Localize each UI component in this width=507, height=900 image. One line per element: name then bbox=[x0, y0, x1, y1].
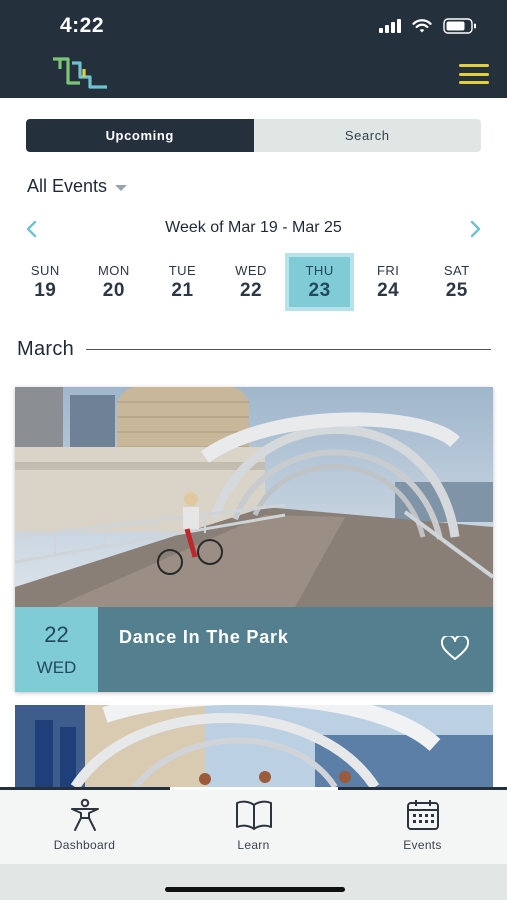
tab-label: Dashboard bbox=[53, 838, 116, 852]
heart-outline-icon[interactable] bbox=[441, 636, 469, 662]
tl-logo-icon[interactable] bbox=[50, 55, 110, 93]
week-navigator: Week of Mar 19 - Mar 25 bbox=[20, 214, 487, 244]
event-date-badge: 22 WED bbox=[15, 607, 98, 692]
week-day-picker: SUN 19 MON 20 TUE 21 WED 22 THU 23 FRI 24 SAT 2… bbox=[11, 253, 491, 311]
day-date: 24 bbox=[377, 279, 400, 301]
day-name: THU bbox=[305, 262, 334, 278]
open-book-icon bbox=[235, 800, 272, 830]
caret-down-icon bbox=[115, 184, 128, 191]
month-label: March bbox=[17, 337, 75, 360]
chevron-right-icon[interactable] bbox=[463, 217, 487, 241]
day-name: MON bbox=[97, 262, 130, 278]
event-card[interactable]: 22 WED Dance In The Park bbox=[15, 387, 493, 692]
event-filter-dropdown[interactable]: All Events bbox=[27, 176, 128, 197]
day-date: 23 bbox=[308, 279, 331, 301]
day-name: WED bbox=[235, 262, 267, 278]
event-image bbox=[15, 705, 493, 787]
hamburger-menu-icon[interactable] bbox=[459, 64, 489, 84]
day-fri[interactable]: FRI 24 bbox=[354, 253, 423, 311]
day-name: SUN bbox=[30, 262, 60, 278]
day-thu-selected[interactable]: THU 23 bbox=[285, 253, 354, 311]
day-wed[interactable]: WED 22 bbox=[217, 253, 286, 311]
event-filter-label: All Events bbox=[27, 176, 108, 196]
tab-active-indicator bbox=[170, 787, 338, 790]
cellular-signal-icon bbox=[379, 19, 401, 33]
home-indicator-area bbox=[0, 864, 507, 900]
event-image bbox=[15, 387, 493, 607]
event-card-partial[interactable] bbox=[15, 705, 493, 787]
status-icons bbox=[379, 18, 477, 34]
day-date: 21 bbox=[171, 279, 194, 301]
event-title: Dance In The Park bbox=[119, 627, 289, 647]
tab-label: Learn bbox=[237, 838, 270, 852]
tab-upcoming[interactable]: Upcoming bbox=[26, 119, 254, 152]
status-time: 4:22 bbox=[60, 14, 105, 37]
battery-icon bbox=[443, 18, 476, 34]
event-day-number: 22 bbox=[44, 621, 69, 647]
wifi-icon bbox=[412, 18, 432, 32]
app-header: 4:22 bbox=[0, 0, 507, 98]
month-section-header: March bbox=[17, 336, 491, 362]
day-sat[interactable]: SAT 25 bbox=[422, 253, 491, 311]
day-date: 25 bbox=[445, 279, 468, 301]
day-sun[interactable]: SUN 19 bbox=[11, 253, 80, 311]
calendar-icon bbox=[406, 800, 439, 830]
event-card-footer: 22 WED Dance In The Park bbox=[15, 607, 493, 692]
person-figure-icon bbox=[70, 798, 99, 831]
day-mon[interactable]: MON 20 bbox=[80, 253, 149, 311]
home-indicator[interactable] bbox=[165, 887, 345, 892]
day-name: FRI bbox=[376, 262, 400, 278]
day-name: SAT bbox=[443, 262, 470, 278]
day-date: 22 bbox=[239, 279, 263, 301]
day-name: TUE bbox=[168, 262, 197, 278]
event-day-name: WED bbox=[36, 657, 77, 677]
tab-label: Events bbox=[403, 838, 442, 852]
day-tue[interactable]: TUE 21 bbox=[148, 253, 217, 311]
bottom-tab-bar: Dashboard Learn Events bbox=[0, 787, 507, 864]
divider bbox=[86, 348, 491, 350]
day-date: 19 bbox=[34, 279, 57, 301]
day-date: 20 bbox=[102, 279, 125, 301]
tab-events[interactable]: Events bbox=[338, 798, 507, 862]
tab-dashboard[interactable]: Dashboard bbox=[0, 798, 169, 862]
tab-learn[interactable]: Learn bbox=[169, 798, 338, 862]
week-label: Week of Mar 19 - Mar 25 bbox=[165, 219, 342, 236]
tab-search[interactable]: Search bbox=[253, 119, 481, 152]
view-segment-control: Upcoming Search bbox=[26, 119, 481, 152]
